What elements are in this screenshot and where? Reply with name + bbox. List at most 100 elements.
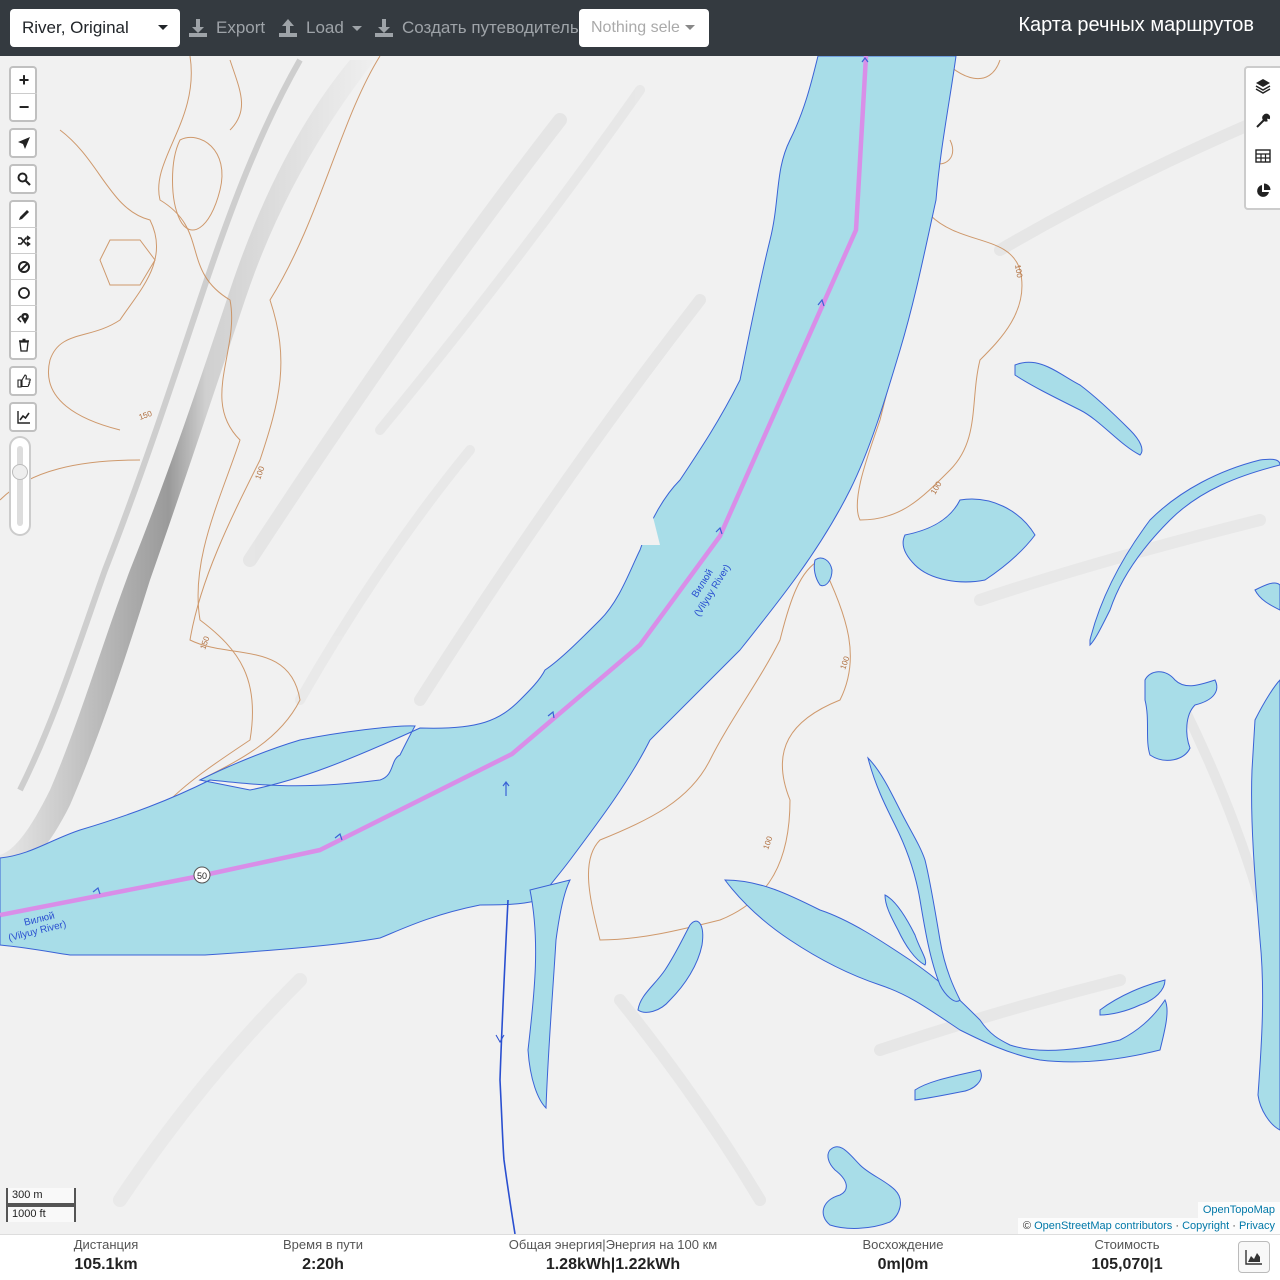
locate-control — [9, 128, 37, 158]
load-label: Load — [306, 18, 344, 37]
scale-metric: 300 m — [6, 1188, 76, 1205]
top-navbar: River, Original Export Load Создать путе… — [0, 0, 1280, 56]
shuffle-icon — [18, 234, 31, 247]
elevation-profile-button[interactable] — [1238, 1241, 1270, 1273]
thumbs-up-button[interactable] — [11, 368, 37, 394]
map-marker-icon — [17, 312, 29, 324]
stat-value: 1.28kWh|1.22kWh — [498, 1256, 728, 1274]
opacity-slider[interactable] — [9, 436, 31, 536]
distance-unit: km — [114, 1256, 138, 1273]
delete-route-button[interactable] — [11, 332, 37, 358]
time-unit: h — [334, 1256, 344, 1273]
stat-distance: Дистанция 105.1km — [56, 1237, 156, 1274]
stat-value: 105.1km — [56, 1256, 156, 1274]
energy100-unit: kWh — [646, 1256, 681, 1273]
load-button[interactable]: Load — [278, 9, 362, 47]
elevation-chart-button[interactable] — [11, 404, 37, 430]
ascent-unit: m — [914, 1256, 929, 1273]
map-tiles: 100 150 100 100 100 100 150 50 Вилюй (Vi… — [0, 56, 1280, 1234]
search-control — [9, 164, 37, 194]
chevron-down-icon — [685, 25, 695, 30]
app-title: Карта речных маршрутов — [1018, 14, 1254, 36]
export-label: Export — [216, 18, 266, 37]
reroute-button[interactable] — [11, 228, 37, 254]
stat-label: Дистанция — [73, 1237, 139, 1252]
area-chart-icon — [1245, 1250, 1262, 1265]
elevation-control — [9, 402, 37, 432]
stat-label: Время в пути — [283, 1237, 363, 1252]
separator: · — [1175, 1220, 1179, 1232]
ban-icon — [18, 260, 30, 273]
tiles-attribution-link[interactable]: OpenTopoMap — [1203, 1204, 1275, 1216]
table-icon — [1255, 148, 1271, 163]
layers-button[interactable] — [1246, 68, 1280, 103]
thumbs-up-icon — [17, 374, 31, 388]
zoom-out-button[interactable]: − — [11, 94, 37, 120]
data-table-button[interactable] — [1246, 138, 1280, 173]
ascent-unit: m — [886, 1256, 901, 1273]
download-icon — [189, 19, 207, 37]
export-button[interactable]: Export — [188, 9, 265, 47]
map-canvas[interactable]: 100 150 100 100 100 100 150 50 Вилюй (Vi… — [0, 56, 1280, 1234]
privacy-link[interactable]: Privacy — [1239, 1220, 1275, 1232]
locate-button[interactable] — [11, 130, 37, 156]
circle-button[interactable] — [11, 280, 37, 306]
trash-icon — [19, 338, 29, 352]
search-button[interactable] — [11, 166, 37, 192]
stat-ascent: Восхождение 0m|0m — [853, 1237, 953, 1274]
poi-button[interactable] — [11, 306, 37, 332]
cost-value: 105,070 — [1091, 1256, 1150, 1273]
route-shield: 50 — [193, 866, 211, 884]
draw-control — [9, 200, 37, 360]
analysis-button[interactable] — [1246, 173, 1280, 208]
stat-label: Восхождение — [862, 1237, 944, 1252]
zoom-in-button[interactable]: + — [11, 68, 37, 94]
copyright-link[interactable]: Copyright — [1182, 1220, 1229, 1232]
stat-label: Стоимость — [1094, 1237, 1160, 1252]
energy100-value: 1.22 — [615, 1256, 647, 1273]
pie-chart-icon — [1257, 183, 1271, 197]
create-guide-label: Создать путеводитель — [402, 18, 579, 37]
location-arrow-icon — [18, 137, 30, 149]
stat-cost: Стоимость 105,070|1 — [1077, 1237, 1177, 1274]
wrench-icon — [1256, 113, 1271, 128]
svg-text:50: 50 — [197, 871, 207, 881]
selection-select[interactable]: Nothing sele — [579, 9, 709, 47]
vote-control — [9, 366, 37, 396]
line-chart-icon — [17, 411, 30, 424]
search-icon — [17, 172, 31, 186]
stat-label: Общая энергия|Энергия на 100 км — [498, 1237, 728, 1252]
energy-label: Общая энергия — [508, 1237, 603, 1252]
stat-value: 105,070|1 — [1077, 1256, 1177, 1274]
settings-button[interactable] — [1246, 103, 1280, 138]
separator: · — [1232, 1220, 1236, 1232]
chevron-down-icon — [351, 25, 362, 31]
osm-attribution-link[interactable]: OpenStreetMap contributors — [1034, 1220, 1172, 1232]
download-icon — [375, 19, 393, 37]
copyright-symbol: © — [1022, 1220, 1032, 1232]
time-value: 2:20 — [302, 1256, 335, 1273]
draw-route-button[interactable] — [11, 202, 37, 228]
ascent-down-value: 0 — [905, 1256, 915, 1273]
route-stats-bar: Дистанция 105.1km Время в пути 2:20h Общ… — [0, 1234, 1280, 1280]
attribution: OpenTopoMap © OpenStreetMap contributors… — [1017, 1202, 1280, 1234]
chevron-down-icon — [158, 25, 168, 30]
no-go-area-button[interactable] — [11, 254, 37, 280]
cost-factor: 1 — [1153, 1256, 1163, 1273]
scale-imperial: 1000 ft — [6, 1205, 76, 1222]
slider-track — [17, 446, 23, 526]
energy-value: 1.28 — [545, 1256, 577, 1273]
upload-icon — [279, 19, 297, 37]
ascent-up-value: 0 — [877, 1256, 887, 1273]
scale-bar: 300 m 1000 ft — [6, 1188, 76, 1222]
energy100-label: Энергия на 100 км — [605, 1237, 718, 1252]
stat-travel-time: Время в пути 2:20h — [273, 1237, 373, 1274]
right-toolbar — [1244, 66, 1280, 210]
stat-energy: Общая энергия|Энергия на 100 км 1.28kWh|… — [498, 1237, 728, 1274]
circle-icon — [18, 286, 30, 299]
distance-value: 105.1 — [74, 1256, 115, 1273]
profile-select[interactable]: River, Original — [10, 9, 180, 47]
create-guide-button[interactable]: Создать путеводитель — [374, 9, 579, 47]
energy-unit: kWh — [576, 1256, 611, 1273]
slider-handle[interactable] — [12, 464, 28, 480]
